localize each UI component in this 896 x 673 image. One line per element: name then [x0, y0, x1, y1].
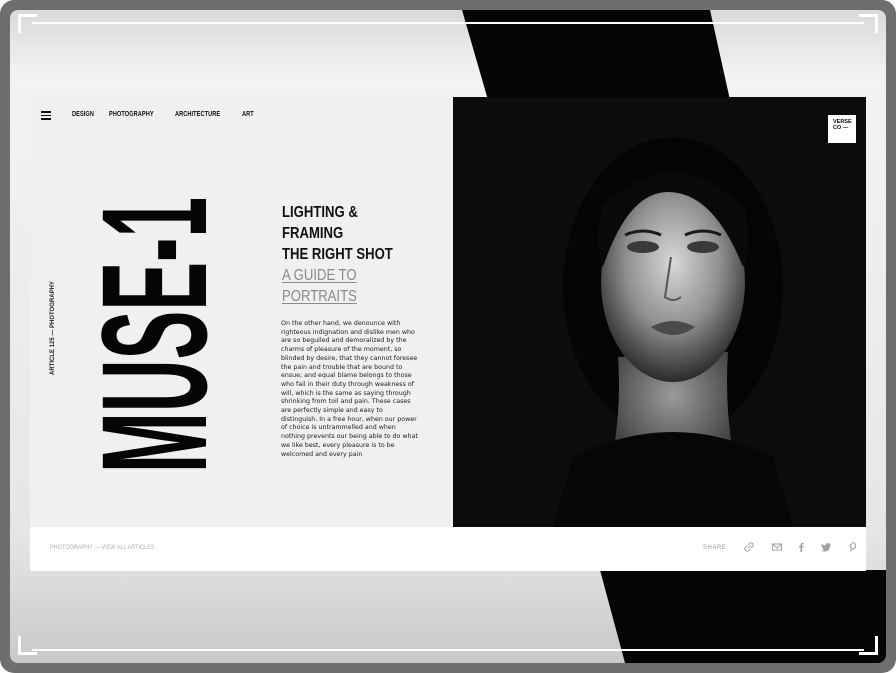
view-all-articles-link[interactable]: — VIEW ALL ARTICLES: [94, 544, 154, 551]
nav-item-architecture[interactable]: ARCHITECTURE: [175, 111, 220, 118]
page-footer: PHOTOGRAPHY — VIEW ALL ARTICLES SHARE: [30, 527, 866, 571]
menu-icon[interactable]: [41, 111, 51, 120]
corner-marker: [859, 14, 878, 33]
nav-item-photography[interactable]: PHOTOGRAPHY: [109, 111, 154, 118]
corner-marker: [859, 636, 878, 655]
top-nav: DESIGN PHOTOGRAPHY ARCHITECTURE ART: [72, 111, 256, 118]
web-page: DESIGN PHOTOGRAPHY ARCHITECTURE ART ARTI…: [30, 97, 866, 571]
mail-icon[interactable]: [771, 541, 783, 553]
headline-line-2: THE RIGHT SHOT: [282, 246, 393, 263]
link-icon[interactable]: [743, 541, 755, 553]
corner-marker: [18, 14, 37, 33]
nav-item-design[interactable]: DESIGN: [72, 111, 94, 118]
subhead-link-line-1[interactable]: A GUIDE TO: [282, 265, 405, 286]
facebook-icon[interactable]: [795, 541, 807, 553]
article-panel: DESIGN PHOTOGRAPHY ARCHITECTURE ART ARTI…: [30, 97, 453, 527]
twitter-icon[interactable]: [820, 541, 832, 553]
article-headline: LIGHTING & FRAMING THE RIGHT SHOT A GUID…: [282, 202, 405, 307]
portrait-panel: VERSE CO —: [453, 97, 866, 527]
corner-marker: [18, 636, 37, 655]
subhead-link-line-2[interactable]: PORTRAITS: [282, 286, 405, 307]
footer-category-link[interactable]: PHOTOGRAPHY: [50, 544, 93, 551]
share-label: SHARE: [703, 545, 727, 551]
nav-item-art[interactable]: ART: [242, 111, 254, 118]
frame-top-line: [32, 22, 864, 24]
footer-links: PHOTOGRAPHY — VIEW ALL ARTICLES: [50, 544, 155, 551]
pinterest-icon[interactable]: [846, 541, 858, 553]
hero-title: MUSE-1: [74, 197, 218, 473]
headline-line-1: LIGHTING & FRAMING: [282, 204, 358, 242]
hero-title-text: MUSE-1: [74, 197, 218, 473]
brand-logo[interactable]: VERSE CO —: [828, 115, 856, 143]
portrait-photo: [453, 97, 866, 527]
article-meta-label: ARTICLE 125 — PHOTOGRAPHY: [50, 281, 56, 375]
frame-bottom-line: [32, 649, 864, 651]
brand-logo-line-2: CO —: [833, 125, 849, 131]
article-body: On the other hand, we denounce with righ…: [281, 320, 418, 458]
